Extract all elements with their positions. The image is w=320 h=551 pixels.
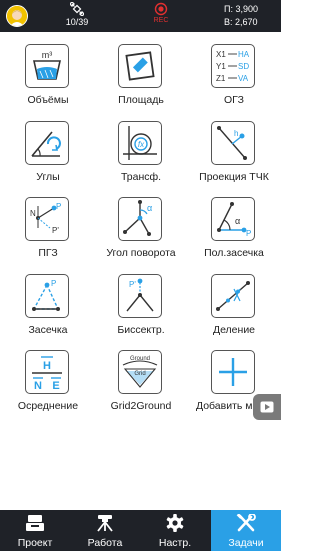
ogz-x1: X1: [216, 50, 226, 59]
bisector-icon: P': [126, 278, 154, 312]
intersection-p: P: [51, 279, 56, 288]
tile-grid-to-ground[interactable]: Ground Grid Grid2Ground: [96, 350, 186, 422]
tile-inverse-geodetic[interactable]: X1 HA Y1 SD Z1 VA ОГЗ: [189, 44, 279, 116]
tile-point-projection[interactable]: h Проекция ТЧК: [189, 121, 279, 193]
volume-icon: m³: [33, 50, 61, 80]
ogz-ha: HA: [238, 50, 250, 59]
inverse-geodetic-icon: X1 HA Y1 SD Z1 VA: [216, 50, 250, 83]
bottom-navigation: Проект Работа Настр. Задачи: [0, 510, 281, 551]
bisector-pp: P': [129, 280, 136, 289]
polar-intersection-icon: α P: [217, 202, 251, 238]
transform-icon-box: fx: [118, 121, 162, 165]
angles-icon: [31, 131, 61, 157]
transform-icon: fx: [123, 126, 157, 160]
projection-h: h: [234, 129, 238, 138]
tools-icon: [236, 514, 256, 532]
bisector-icon-box: P': [118, 274, 162, 318]
record-label: REC: [153, 17, 169, 24]
rotation-angle-icon: α: [123, 200, 152, 236]
rotation-alpha: α: [147, 203, 152, 213]
grid-to-ground-icon: Ground Grid: [122, 356, 158, 388]
p-value: П: 3,900: [224, 4, 258, 14]
satellite-status[interactable]: 10/39: [63, 2, 91, 27]
pgz-icon-box: N P P': [25, 197, 69, 241]
divide-icon-box: [211, 274, 255, 318]
projection-icon-box: h: [211, 121, 255, 165]
tile-label: Пол.засечка: [204, 247, 264, 259]
angles-icon-box: [25, 121, 69, 165]
nav-label: Задачи: [228, 537, 264, 549]
nav-label: Проект: [17, 537, 53, 549]
rotation-icon-box: α: [118, 197, 162, 241]
ogz-z1: Z1: [216, 74, 226, 83]
tile-bisector[interactable]: P' Биссектр.: [96, 274, 186, 346]
user-avatar[interactable]: [6, 5, 28, 27]
averaging-icon: H N E: [32, 356, 62, 392]
satellite-icon: [70, 2, 84, 16]
tile-label: Деление: [212, 324, 256, 336]
record-button[interactable]: REC: [146, 2, 176, 24]
play-icon: [260, 401, 274, 413]
ogz-icon-box: X1 HA Y1 SD Z1 VA: [211, 44, 255, 88]
balance-info: П: 3,900 В: 2,670: [224, 3, 258, 29]
point-projection-icon: h: [217, 126, 247, 160]
avg-n: N: [34, 380, 42, 392]
avg-h: H: [43, 360, 51, 372]
tile-divide[interactable]: Деление: [189, 274, 279, 346]
intersection-icon-box: P: [25, 274, 69, 318]
polar-icon-box: α P: [211, 197, 255, 241]
tile-averaging[interactable]: H N E Осреднение: [3, 350, 93, 422]
tile-intersection[interactable]: P Засечка: [3, 274, 93, 346]
nav-tasks[interactable]: Задачи: [211, 510, 281, 551]
g2g-grid: Grid: [134, 371, 145, 377]
nav-label: Работа: [87, 537, 123, 549]
tile-rotation-angle[interactable]: α Угол поворота: [96, 197, 186, 269]
divide-icon: [216, 281, 250, 311]
nav-label: Настр.: [158, 537, 192, 549]
volume-icon-box: m³: [25, 44, 69, 88]
status-bar: 10/39 REC П: 3,900 В: 2,670: [0, 0, 281, 32]
intersection-icon: P: [32, 279, 60, 311]
tile-angles[interactable]: Углы: [3, 121, 93, 193]
b-value: В: 2,670: [224, 17, 258, 27]
tile-label: ОГЗ: [224, 94, 244, 106]
nav-settings[interactable]: Настр.: [140, 510, 210, 551]
svg-text:m³: m³: [42, 50, 53, 60]
project-icon: [26, 515, 44, 531]
area-icon-box: [118, 44, 162, 88]
tile-area[interactable]: Площадь: [96, 44, 186, 116]
tile-polar-intersection[interactable]: α P Пол.засечка: [189, 197, 279, 269]
tile-label: Проекция ТЧК: [199, 171, 269, 183]
record-icon: [154, 2, 168, 16]
pgz-n: N: [30, 209, 36, 218]
transform-fx: fx: [138, 140, 145, 149]
g2g-icon-box: Ground Grid: [118, 350, 162, 394]
direct-geodetic-icon: N P P': [30, 202, 61, 235]
survey-work-icon: [97, 515, 113, 532]
ogz-sd: SD: [238, 62, 249, 71]
satellite-count: 10/39: [65, 17, 89, 27]
polar-p: P: [246, 229, 251, 238]
tile-direct-geodetic[interactable]: N P P' ПГЗ: [3, 197, 93, 269]
nav-project[interactable]: Проект: [0, 510, 70, 551]
add-menu-icon-box: [211, 350, 255, 394]
tile-volumes[interactable]: m³ Объёмы: [3, 44, 93, 116]
pgz-pp: P': [52, 226, 59, 235]
ogz-va: VA: [238, 74, 249, 83]
nav-work[interactable]: Работа: [70, 510, 140, 551]
polar-alpha: α: [235, 216, 240, 226]
settings-gear-icon: [166, 514, 184, 532]
ogz-y1: Y1: [216, 62, 226, 71]
floating-video-button[interactable]: [253, 394, 281, 420]
add-menu-icon: [219, 358, 247, 386]
averaging-icon-box: H N E: [25, 350, 69, 394]
tile-transform[interactable]: fx Трансф.: [96, 121, 186, 193]
area-icon: [125, 51, 155, 81]
avg-e: E: [52, 380, 59, 392]
pgz-p: P: [56, 202, 61, 211]
